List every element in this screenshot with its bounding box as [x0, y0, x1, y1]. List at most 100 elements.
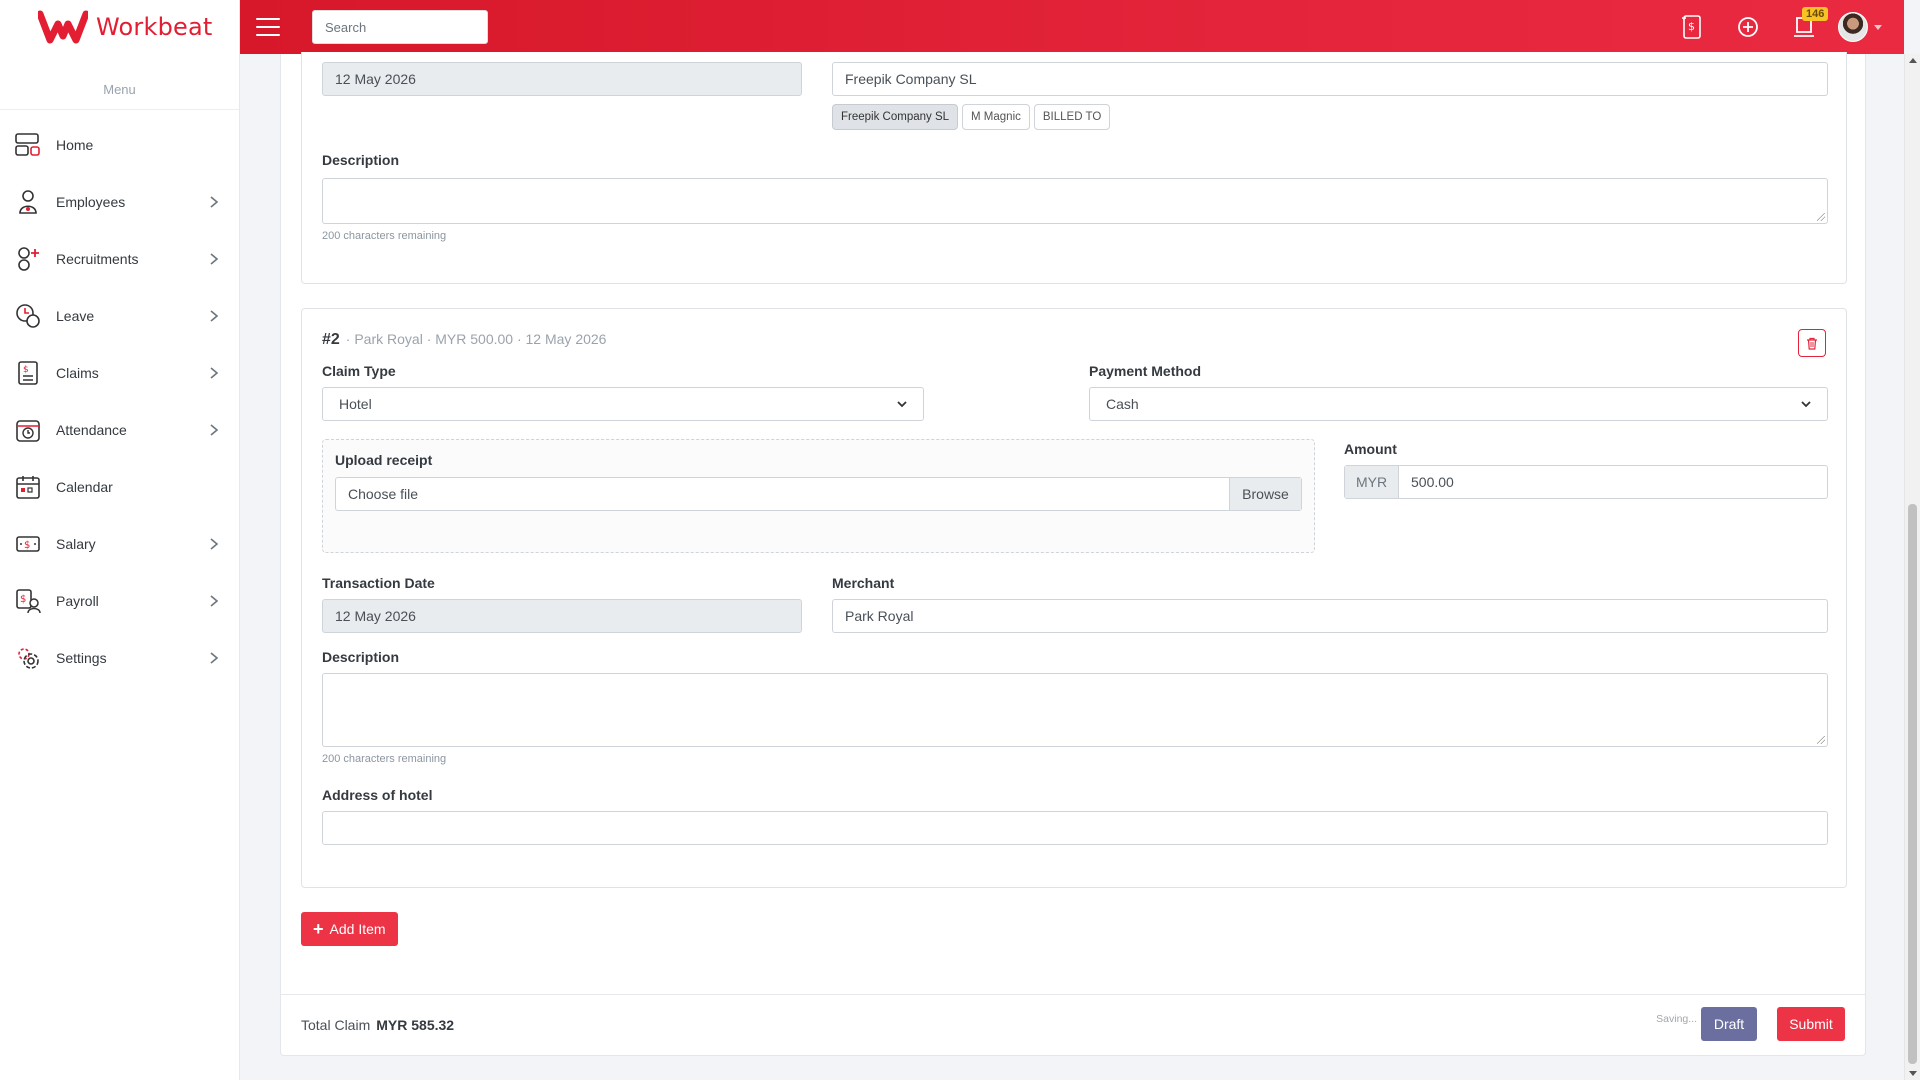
draft-button[interactable]: Draft: [1701, 1007, 1757, 1041]
resize-handle-icon[interactable]: [1817, 736, 1825, 744]
amount-input-group[interactable]: MYR 500.00: [1344, 465, 1828, 499]
avatar: [1838, 12, 1868, 42]
scroll-thumb[interactable]: [1908, 504, 1917, 1064]
leave-icon: [14, 302, 42, 330]
sidebar-item-claims[interactable]: $ Claims: [0, 344, 239, 401]
sidebar-item-settings[interactable]: Settings: [0, 629, 239, 686]
description-char-count: 200 characters remaining: [322, 230, 447, 242]
brand[interactable]: Workbeat: [0, 0, 239, 54]
amount-input[interactable]: 500.00: [1399, 466, 1827, 498]
hotel-address-input[interactable]: [322, 811, 1828, 845]
merchant-suggestion-chip[interactable]: BILLED TO: [1033, 104, 1111, 130]
sidebar-nav: Home Employees Recruitments Leave $ Clai…: [0, 116, 239, 686]
sidebar-item-label: Payroll: [56, 592, 99, 609]
total-claim-label: Total Claim: [301, 1017, 371, 1033]
sidebar-item-payroll[interactable]: $ Payroll: [0, 572, 239, 629]
chevron-right-icon: [210, 366, 219, 379]
search-input[interactable]: [312, 10, 488, 44]
chevron-down-icon: [897, 401, 907, 408]
workbeat-logo-icon: [38, 10, 88, 44]
claim-type-value: Hotel: [339, 396, 372, 412]
file-input-placeholder: Choose file: [348, 486, 419, 502]
claim-item-1: 12 May 2026 Freepik Company SL Freepik C…: [301, 52, 1847, 284]
receipt-dollar-icon: $: [1682, 15, 1701, 39]
scroll-up-arrow-icon[interactable]: [1909, 58, 1917, 63]
upload-receipt-zone[interactable]: Upload receipt Choose file Browse: [322, 439, 1315, 553]
payment-method-label: Payment Method: [1089, 363, 1202, 379]
add-button[interactable]: [1720, 0, 1776, 54]
claim-form-card: 12 May 2026 Freepik Company SL Freepik C…: [280, 52, 1866, 1056]
delete-item-button[interactable]: [1798, 329, 1826, 357]
sidebar-item-label: Calendar: [56, 478, 113, 495]
merchant-label: Merchant: [832, 575, 895, 591]
add-item-label: Add Item: [329, 921, 386, 937]
claim-item-2: #2 · Park Royal · MYR 500.00 · 12 May 20…: [301, 308, 1847, 888]
total-claim-value: MYR 585.32: [376, 1017, 455, 1033]
description-label: Description: [322, 152, 400, 168]
hamburger-menu-icon[interactable]: [256, 18, 280, 36]
user-menu[interactable]: [1838, 12, 1882, 42]
sidebar-item-recruitments[interactable]: Recruitments: [0, 230, 239, 287]
description-textarea[interactable]: [322, 178, 1828, 224]
claims-shortcut-button[interactable]: $: [1664, 0, 1720, 54]
recruitment-icon: [14, 245, 42, 273]
page-scrollbar[interactable]: [1904, 54, 1920, 1080]
payment-method-select[interactable]: Cash: [1089, 387, 1828, 421]
description-textarea[interactable]: [322, 673, 1828, 747]
svg-text:$: $: [20, 594, 26, 605]
saving-status: Saving...: [1656, 1013, 1697, 1025]
chevron-right-icon: [210, 651, 219, 664]
payment-method-value: Cash: [1106, 396, 1139, 412]
sidebar-item-label: Recruitments: [56, 250, 139, 267]
merchant-suggestion-chip[interactable]: Freepik Company SL: [832, 104, 959, 130]
employee-icon: [14, 188, 42, 216]
home-icon: [14, 131, 42, 159]
scroll-down-arrow-icon[interactable]: [1909, 1071, 1917, 1076]
sidebar-item-attendance[interactable]: Attendance: [0, 401, 239, 458]
submit-button[interactable]: Submit: [1777, 1007, 1845, 1041]
notifications-button[interactable]: 146: [1776, 0, 1832, 54]
total-claim: Total Claim MYR 585.32: [301, 1017, 454, 1033]
chevron-right-icon: [210, 423, 219, 436]
sidebar-item-calendar[interactable]: Calendar: [0, 458, 239, 515]
payroll-icon: $: [14, 587, 42, 615]
chevron-right-icon: [210, 537, 219, 550]
hotel-address-label: Address of hotel: [322, 787, 433, 803]
chevron-right-icon: [210, 195, 219, 208]
file-input[interactable]: Choose file Browse: [335, 477, 1302, 511]
chevron-down-icon: [1801, 401, 1811, 408]
sidebar-item-employees[interactable]: Employees: [0, 173, 239, 230]
claim-type-select[interactable]: Hotel: [322, 387, 924, 421]
menu-title: Menu: [0, 82, 239, 110]
browse-button[interactable]: Browse: [1229, 478, 1301, 510]
chevron-right-icon: [210, 309, 219, 322]
description-char-count: 200 characters remaining: [322, 753, 447, 765]
sidebar-item-label: Salary: [56, 535, 96, 552]
topbar: $ 146: [240, 0, 1904, 54]
add-item-button[interactable]: + Add Item: [301, 912, 398, 946]
merchant-suggestions: Freepik Company SL M Magnic BILLED TO: [832, 104, 1111, 130]
claim-type-label: Claim Type: [322, 363, 396, 379]
brand-name: Workbeat: [96, 13, 213, 41]
sidebar-item-label: Leave: [56, 307, 95, 324]
caret-down-icon: [1874, 24, 1882, 30]
merchant-field[interactable]: Freepik Company SL: [832, 62, 1828, 96]
svg-text:$: $: [24, 540, 30, 551]
sidebar-item-salary[interactable]: $ Salary: [0, 515, 239, 572]
sidebar-item-leave[interactable]: Leave: [0, 287, 239, 344]
topbar-actions: $ 146: [1664, 0, 1904, 54]
chevron-right-icon: [210, 252, 219, 265]
sidebar-item-home[interactable]: Home: [0, 116, 239, 173]
merchant-field[interactable]: Park Royal: [832, 599, 1828, 633]
merchant-suggestion-chip[interactable]: M Magnic: [962, 104, 1030, 130]
resize-handle-icon[interactable]: [1817, 213, 1825, 221]
sidebar-item-label: Home: [56, 136, 94, 153]
amount-label: Amount: [1344, 441, 1397, 457]
transaction-date-field[interactable]: 12 May 2026: [322, 62, 802, 96]
transaction-date-field[interactable]: 12 May 2026: [322, 599, 802, 633]
attendance-icon: [14, 416, 42, 444]
sidebar-item-label: Claims: [56, 364, 99, 381]
chevron-right-icon: [210, 594, 219, 607]
form-footer: Total Claim MYR 585.32 Saving... Draft Su…: [281, 994, 1865, 1056]
salary-icon: $: [14, 530, 42, 558]
